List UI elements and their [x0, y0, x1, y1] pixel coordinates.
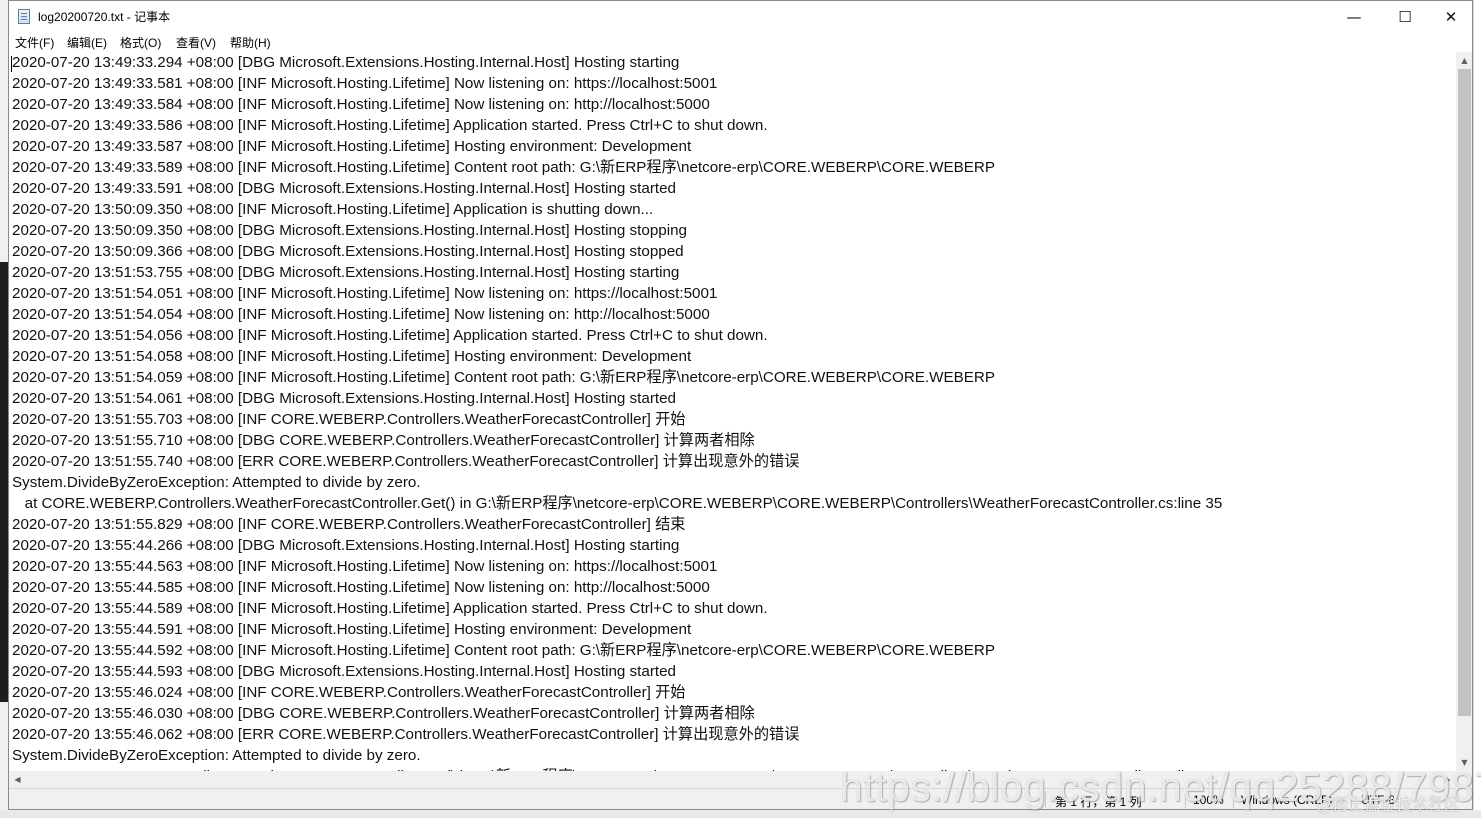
menu-view[interactable]: 查看(V) — [176, 34, 216, 51]
text-line: 2020-07-20 13:51:55.703 +08:00 [INF CORE… — [12, 411, 686, 428]
menu-help[interactable]: 帮助(H) — [230, 34, 271, 51]
text-line: 2020-07-20 13:55:44.592 +08:00 [INF Micr… — [12, 642, 995, 659]
text-line: 2020-07-20 13:49:33.587 +08:00 [INF Micr… — [12, 138, 692, 155]
text-line: 2020-07-20 13:51:54.059 +08:00 [INF Micr… — [12, 369, 995, 386]
text-line: 2020-07-20 13:55:44.591 +08:00 [INF Micr… — [12, 621, 692, 638]
background-window-left — [0, 0, 8, 818]
vertical-scrollbar[interactable]: ▲ ▼ — [1456, 52, 1472, 771]
text-line: 2020-07-20 13:49:33.581 +08:00 [INF Micr… — [12, 75, 718, 92]
notepad-window: log20200720.txt - 记事本 — ☐ ✕ 文件(F) 编辑(E) … — [8, 0, 1473, 810]
text-line: 2020-07-20 13:49:33.586 +08:00 [INF Micr… — [12, 117, 768, 134]
maximize-button[interactable]: ☐ — [1382, 1, 1428, 32]
vertical-scroll-thumb[interactable] — [1458, 69, 1471, 716]
text-line: 2020-07-20 13:51:55.740 +08:00 [ERR CORE… — [12, 453, 800, 470]
menu-bar: 文件(F) 编辑(E) 格式(O) 查看(V) 帮助(H) — [9, 32, 1472, 52]
menu-format[interactable]: 格式(O) — [120, 34, 161, 51]
text-line: 2020-07-20 13:55:46.030 +08:00 [DBG CORE… — [12, 705, 755, 722]
text-line: 2020-07-20 13:51:54.056 +08:00 [INF Micr… — [12, 327, 768, 344]
text-line: 2020-07-20 13:55:46.024 +08:00 [INF CORE… — [12, 684, 686, 701]
text-line: 2020-07-20 13:51:55.710 +08:00 [DBG CORE… — [12, 432, 755, 449]
text-line: 2020-07-20 13:50:09.350 +08:00 [INF Micr… — [12, 201, 654, 218]
text-line: System.DivideByZeroException: Attempted … — [12, 474, 421, 491]
text-line: System.DivideByZeroException: Attempted … — [12, 747, 421, 764]
window-title: log20200720.txt - 记事本 — [38, 10, 171, 24]
text-line: 2020-07-20 13:55:44.589 +08:00 [INF Micr… — [12, 600, 768, 617]
menu-file[interactable]: 文件(F) — [15, 34, 54, 51]
text-line: 2020-07-20 13:49:33.591 +08:00 [DBG Micr… — [12, 180, 676, 197]
text-line: 2020-07-20 13:50:09.366 +08:00 [DBG Micr… — [12, 243, 684, 260]
text-line: 2020-07-20 13:55:46.062 +08:00 [ERR CORE… — [12, 726, 800, 743]
background-window-right — [1473, 0, 1481, 818]
text-line: 2020-07-20 13:50:09.350 +08:00 [DBG Micr… — [12, 222, 687, 239]
scroll-up-icon[interactable]: ▲ — [1456, 52, 1472, 69]
title-bar[interactable]: log20200720.txt - 记事本 — ☐ ✕ — [9, 1, 1472, 32]
text-line: 2020-07-20 13:51:53.755 +08:00 [DBG Micr… — [12, 264, 680, 281]
text-line: 2020-07-20 13:49:33.294 +08:00 [DBG Micr… — [12, 54, 680, 71]
close-button[interactable]: ✕ — [1428, 1, 1472, 32]
minimize-button[interactable]: — — [1331, 1, 1377, 32]
text-line: 2020-07-20 13:51:54.054 +08:00 [INF Micr… — [12, 306, 710, 323]
scroll-left-icon[interactable]: ◀ — [9, 771, 26, 788]
text-line: 2020-07-20 13:49:33.589 +08:00 [INF Micr… — [12, 159, 995, 176]
text-line: 2020-07-20 13:55:44.563 +08:00 [INF Micr… — [12, 558, 718, 575]
menu-edit[interactable]: 编辑(E) — [67, 34, 107, 51]
text-line: at CORE.WEBERP.Controllers.WeatherForeca… — [12, 495, 1223, 512]
text-line: 2020-07-20 13:55:44.593 +08:00 [DBG Micr… — [12, 663, 676, 680]
text-editor[interactable]: 2020-07-20 13:49:33.294 +08:00 [DBG Micr… — [9, 52, 1456, 771]
text-line: 2020-07-20 13:55:44.585 +08:00 [INF Micr… — [12, 579, 710, 596]
text-line: 2020-07-20 13:49:33.584 +08:00 [INF Micr… — [12, 96, 710, 113]
text-line: 2020-07-20 13:55:44.266 +08:00 [DBG Micr… — [12, 537, 680, 554]
background-terminal — [0, 262, 8, 702]
text-line: 2020-07-20 13:51:54.058 +08:00 [INF Micr… — [12, 348, 692, 365]
background-taskbar-edge — [0, 810, 1481, 818]
text-line: 2020-07-20 13:51:54.051 +08:00 [INF Micr… — [12, 285, 718, 302]
notepad-icon[interactable] — [18, 9, 30, 24]
text-line: 2020-07-20 13:51:54.061 +08:00 [DBG Micr… — [12, 390, 676, 407]
watermark-community: @稀土掘金技术社区 — [1316, 795, 1461, 814]
text-line: 2020-07-20 13:51:55.829 +08:00 [INF CORE… — [12, 516, 686, 533]
